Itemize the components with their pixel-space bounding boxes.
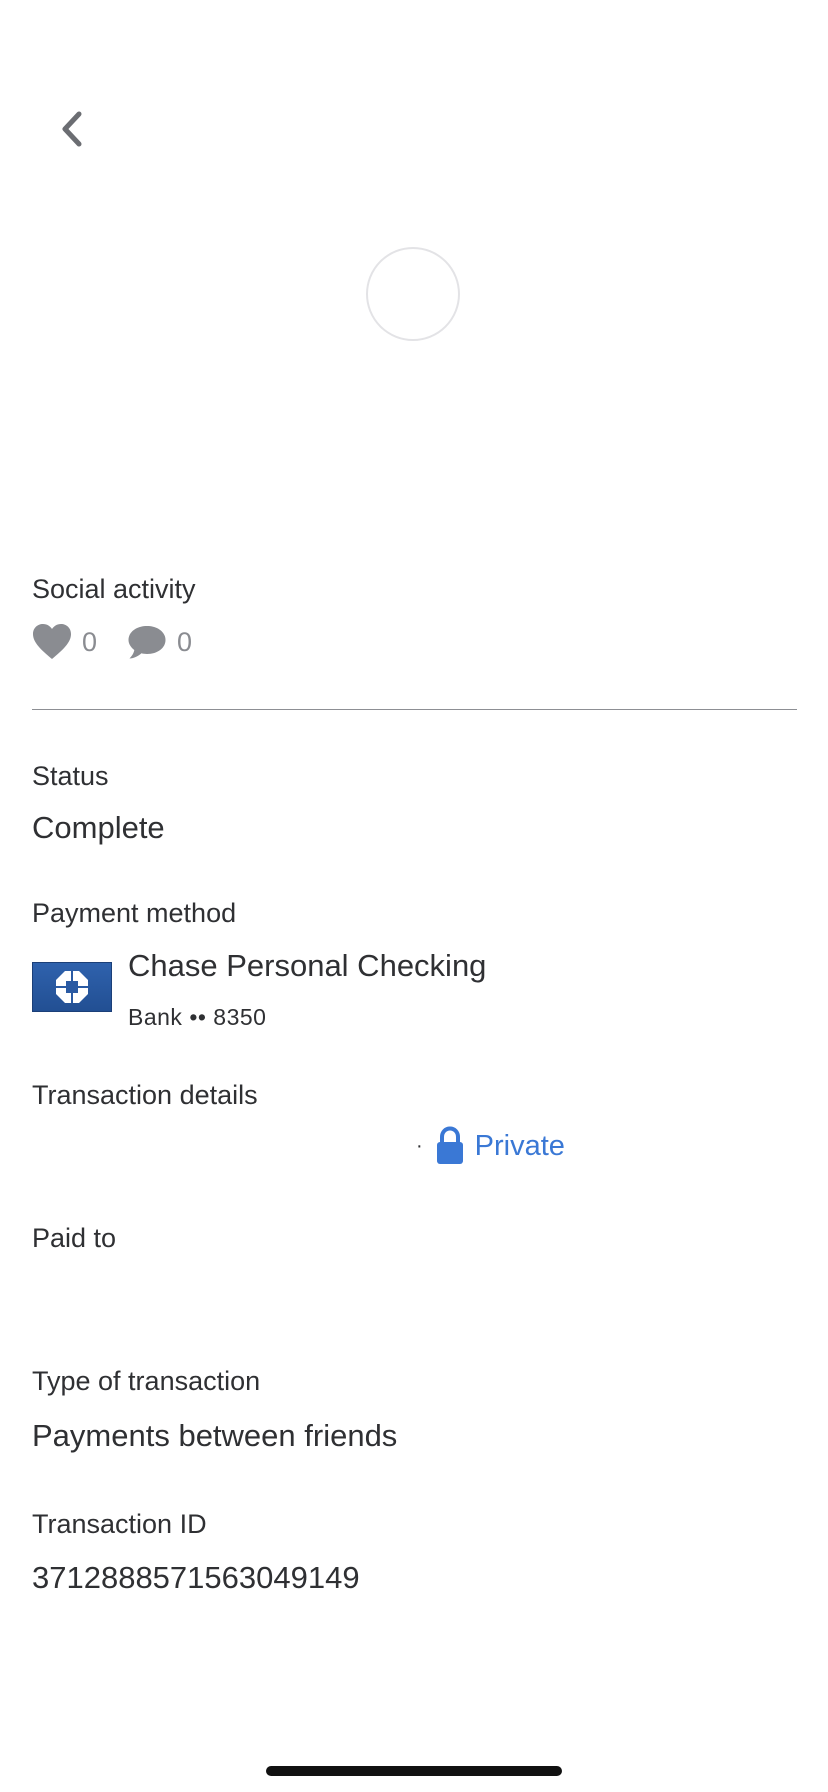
transaction-id-value: 3712888571563049149	[32, 1560, 360, 1595]
payment-method-label: Payment method	[32, 898, 237, 928]
privacy-label: Private	[474, 1129, 565, 1162]
home-indicator	[266, 1766, 562, 1776]
social-activity-heading: Social activity	[32, 574, 196, 604]
lock-icon	[436, 1126, 463, 1164]
avatar	[366, 247, 460, 341]
comment-icon	[128, 626, 166, 659]
transaction-id-label: Transaction ID	[32, 1509, 207, 1539]
status-value: Complete	[32, 810, 165, 845]
bank-account-name: Chase Personal Checking	[128, 948, 487, 983]
social-activity-row: 0 0	[32, 620, 192, 664]
privacy-separator: ·	[416, 1134, 423, 1157]
privacy-setting[interactable]: · Private	[416, 1124, 565, 1168]
like-button[interactable]: 0	[32, 623, 97, 661]
comments-count: 0	[177, 626, 193, 657]
paid-to-label: Paid to	[32, 1223, 117, 1253]
divider	[32, 709, 797, 710]
transaction-type-value: Payments between friends	[32, 1418, 398, 1453]
comment-button[interactable]: 0	[127, 624, 192, 660]
likes-count: 0	[82, 626, 98, 657]
heart-icon	[33, 624, 71, 659]
bank-account-detail: Bank •• 8350	[128, 1004, 267, 1030]
chevron-left-icon	[62, 111, 82, 147]
transaction-type-label: Type of transaction	[32, 1366, 261, 1396]
transaction-details-label: Transaction details	[32, 1080, 258, 1110]
status-label: Status	[32, 761, 109, 791]
bank-logo	[32, 962, 112, 1012]
chase-octagon-icon	[56, 971, 88, 1003]
back-button[interactable]	[50, 104, 94, 154]
